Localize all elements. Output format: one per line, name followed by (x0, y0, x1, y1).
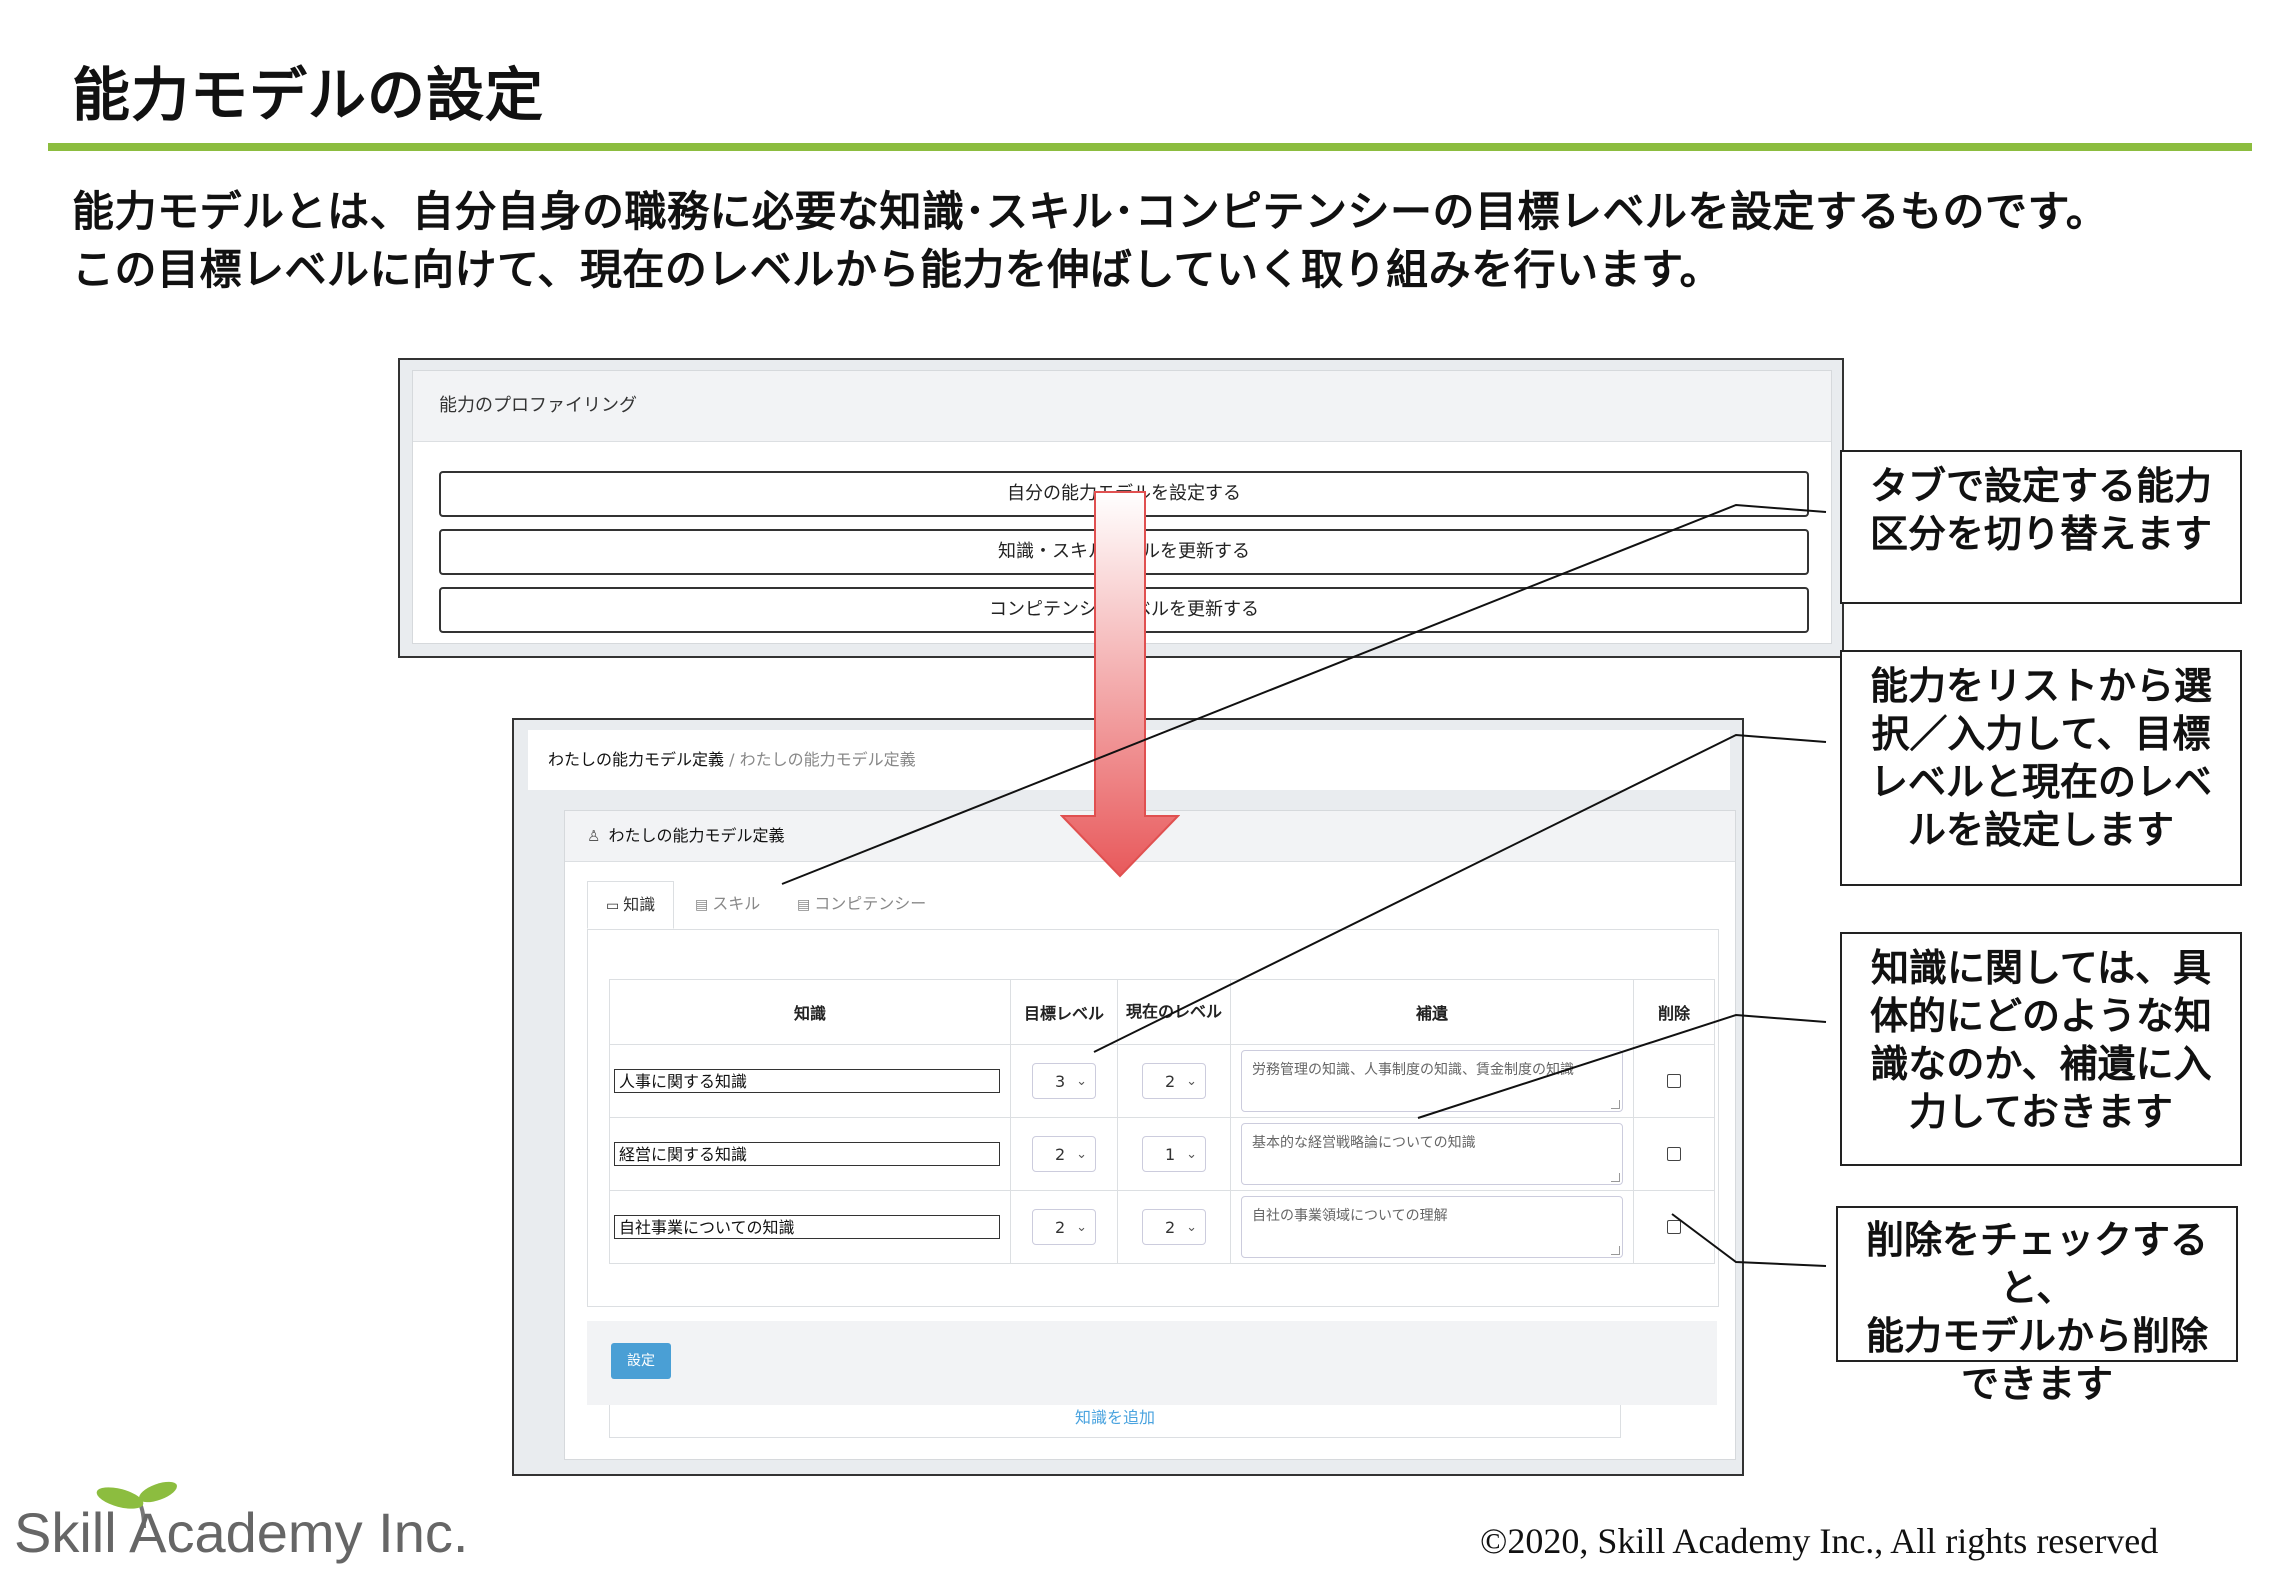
copyright: ©2020, Skill Academy Inc., All rights re… (1480, 1521, 2159, 1561)
callout-tabs: タブで設定する能力 区分を切り替えます (1840, 450, 2242, 604)
callout-delete: 削除をチェックすると、 能力モデルから削除 できます (1836, 1206, 2238, 1406)
company-logo: Skill Academy Inc. (14, 1501, 469, 1564)
callout-notes: 知識に関しては、具 体的にどのような知 識なのか、補遺に入 力しておきます (1840, 932, 2242, 1166)
callout-levels: 能力をリストから選 択／入力して、目標 レベルと現在のレベ ルを設定します (1840, 650, 2242, 886)
